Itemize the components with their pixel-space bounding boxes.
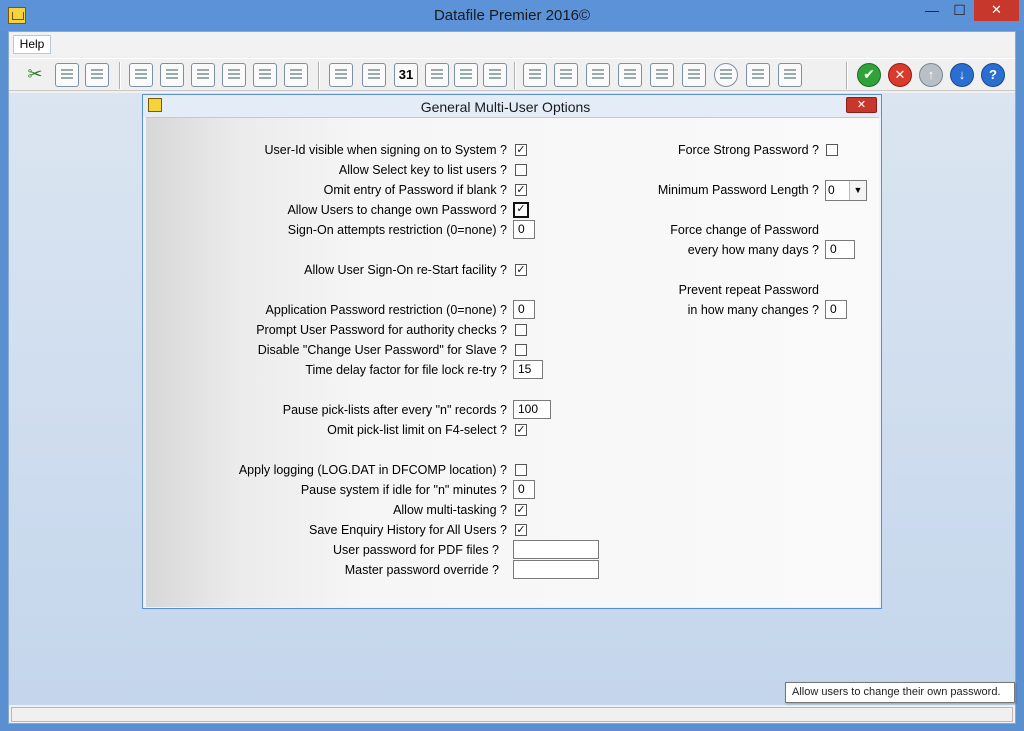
picture-icon[interactable] — [650, 63, 674, 87]
close-window-button[interactable]: ✕ — [974, 0, 1019, 21]
printer-icon[interactable] — [746, 63, 770, 87]
time-delay-label: Time delay factor for file lock re-try ? — [305, 363, 507, 377]
down-arrow-icon[interactable]: ↓ — [950, 63, 974, 87]
toolbar-separator — [846, 62, 848, 89]
save-enquiry-history-checkbox[interactable]: ✓ — [515, 524, 527, 536]
app-password-restriction-label: Application Password restriction (0=none… — [265, 303, 507, 317]
toolbar-separator — [119, 62, 121, 89]
pause-idle-field[interactable]: 0 — [513, 480, 535, 499]
force-change-label-line1: Force change of Password — [670, 223, 819, 237]
pdf-password-label: User password for PDF files ? — [332, 543, 499, 557]
time-delay-field[interactable]: 15 — [513, 360, 543, 379]
cut-icon[interactable]: ✂ — [23, 63, 47, 87]
force-strong-password-label: Force Strong Password ? — [677, 143, 819, 157]
pause-picklists-label: Pause pick-lists after every "n" records… — [282, 403, 507, 417]
document-info-icon[interactable] — [85, 63, 109, 87]
master-password-label: Master password override ? — [344, 563, 499, 577]
options-dialog: General Multi-User Options ✕ User-Id vis… — [142, 94, 882, 609]
delete-record-icon[interactable] — [191, 63, 215, 87]
force-change-days-field[interactable]: 0 — [825, 240, 855, 259]
package-icon[interactable] — [222, 63, 246, 87]
exit-icon[interactable] — [778, 63, 802, 87]
prevent-repeat-label-line2: in how many changes ? — [687, 303, 819, 317]
apply-logging-checkbox[interactable] — [515, 464, 527, 476]
userid-visible-checkbox[interactable]: ✓ — [515, 144, 527, 156]
find-icon[interactable] — [425, 63, 449, 87]
cancel-icon[interactable]: ✕ — [888, 63, 912, 87]
word-icon[interactable] — [618, 63, 642, 87]
prompt-user-password-label: Prompt User Password for authority check… — [256, 323, 507, 337]
allow-multitasking-checkbox[interactable]: ✓ — [515, 504, 527, 516]
status-bar — [11, 707, 1013, 722]
chevron-down-icon[interactable]: ▼ — [849, 181, 866, 200]
omit-picklist-limit-checkbox[interactable]: ✓ — [515, 424, 527, 436]
prompt-user-password-checkbox[interactable] — [515, 324, 527, 336]
add-window-icon[interactable] — [682, 63, 706, 87]
omit-password-blank-checkbox[interactable]: ✓ — [515, 184, 527, 196]
grid-icon[interactable] — [454, 63, 478, 87]
menu-bar: Help — [9, 32, 1015, 56]
min-password-length-label: Minimum Password Length ? — [657, 183, 819, 197]
email-icon[interactable] — [586, 63, 610, 87]
search-icon[interactable] — [129, 63, 153, 87]
min-password-length-value: 0 — [828, 183, 835, 197]
omit-picklist-limit-label: Omit pick-list limit on F4-select ? — [327, 423, 507, 437]
home-icon[interactable] — [554, 63, 578, 87]
min-password-length-dropdown[interactable]: 0 ▼ — [825, 180, 867, 201]
minimize-button[interactable]: — — [919, 0, 945, 21]
up-arrow-icon[interactable]: ↑ — [919, 63, 943, 87]
chart-icon[interactable] — [523, 63, 547, 87]
app-password-restriction-field[interactable]: 0 — [513, 300, 535, 319]
record-info-icon[interactable] — [253, 63, 277, 87]
calendar-icon[interactable]: 31 — [394, 63, 418, 87]
dialog-close-button[interactable]: ✕ — [846, 97, 877, 113]
pause-idle-label: Pause system if idle for "n" minutes ? — [300, 483, 507, 497]
prevent-repeat-changes-field[interactable]: 0 — [825, 300, 847, 319]
lock-document-icon[interactable] — [329, 63, 353, 87]
dialog-title: General Multi-User Options — [420, 99, 591, 115]
force-change-label-line2: every how many days ? — [687, 243, 819, 257]
add-record-icon[interactable] — [160, 63, 184, 87]
pdf-password-field[interactable] — [513, 540, 599, 559]
allow-restart-checkbox[interactable]: ✓ — [515, 264, 527, 276]
checklist-icon[interactable] — [483, 63, 507, 87]
allow-select-key-checkbox[interactable] — [515, 164, 527, 176]
allow-restart-label: Allow User Sign-On re-Start facility ? — [304, 263, 507, 277]
omit-password-blank-label: Omit entry of Password if blank ? — [323, 183, 507, 197]
dialog-title-bar: General Multi-User Options ✕ — [143, 95, 881, 117]
disable-change-password-label: Disable "Change User Password" for Slave… — [257, 343, 507, 357]
app-title-bar: Datafile Premier 2016© — ☐ ✕ — [0, 0, 1024, 31]
master-password-field[interactable] — [513, 560, 599, 579]
calculator-icon[interactable] — [362, 63, 386, 87]
maximize-button[interactable]: ☐ — [946, 0, 973, 21]
allow-select-key-label: Allow Select key to list users ? — [338, 163, 507, 177]
save-enquiry-history-label: Save Enquiry History for All Users ? — [309, 523, 507, 537]
toolbar: ✂ 31 ✔ ✕ ↑ ↓ ? — [9, 58, 1015, 91]
prevent-repeat-label-line1: Prevent repeat Password — [678, 283, 819, 297]
eraser-icon[interactable] — [284, 63, 308, 87]
help-icon[interactable]: ? — [981, 63, 1005, 87]
add-document-icon[interactable] — [55, 63, 79, 87]
allow-change-own-password-checkbox[interactable]: ✓ — [513, 202, 529, 218]
ok-icon[interactable]: ✔ — [857, 63, 881, 87]
allow-change-own-password-label: Allow Users to change own Password ? — [287, 203, 507, 217]
signon-attempts-label: Sign-On attempts restriction (0=none) ? — [287, 223, 507, 237]
disable-change-password-checkbox[interactable] — [515, 344, 527, 356]
allow-multitasking-label: Allow multi-tasking ? — [393, 503, 507, 517]
toolbar-separator — [514, 62, 516, 89]
dialog-body: User-Id visible when signing on to Syste… — [146, 117, 879, 607]
toolbar-separator — [318, 62, 320, 89]
tooltip: Allow users to change their own password… — [785, 682, 1015, 703]
userid-visible-label: User-Id visible when signing on to Syste… — [264, 143, 507, 157]
signon-attempts-field[interactable]: 0 — [513, 220, 535, 239]
app-title: Datafile Premier 2016© — [433, 7, 591, 24]
apply-logging-label: Apply logging (LOG.DAT in DFCOMP locatio… — [238, 463, 507, 477]
pause-picklists-field[interactable]: 100 — [513, 400, 551, 419]
globe-icon[interactable] — [714, 63, 738, 87]
menu-help[interactable]: Help — [13, 35, 51, 54]
force-strong-password-checkbox[interactable] — [826, 144, 838, 156]
